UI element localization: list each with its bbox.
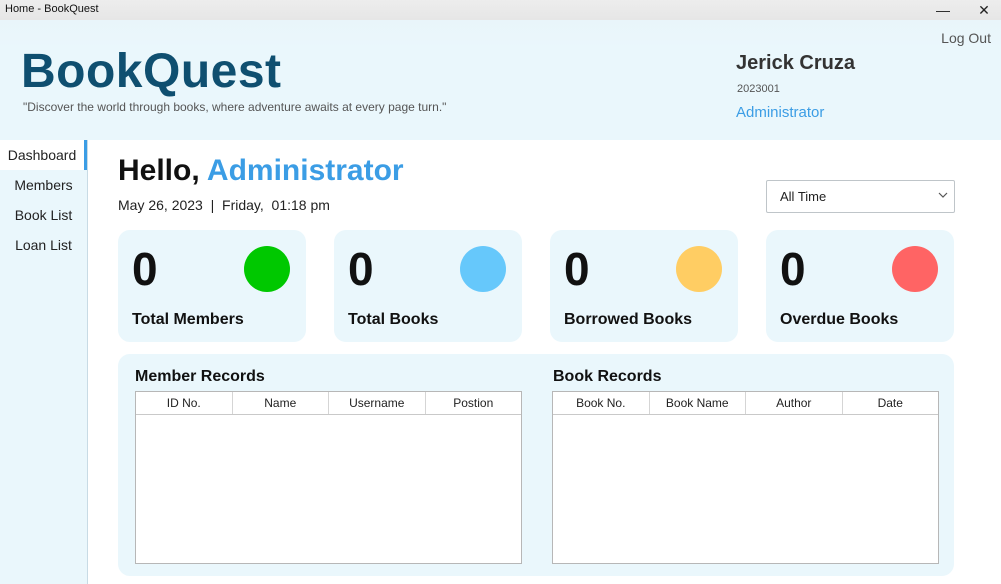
sidebar: Dashboard Members Book List Loan List	[0, 140, 88, 584]
status-dot-icon	[244, 246, 290, 292]
user-name: Jerick Cruza	[736, 52, 855, 74]
member-records-title: Member Records	[135, 368, 265, 385]
table-header: Book No. Book Name Author Date	[553, 392, 938, 415]
status-dot-icon	[676, 246, 722, 292]
brand-tagline: "Discover the world through books, where…	[23, 100, 447, 114]
stat-card-total-members: 0 Total Members	[118, 230, 306, 342]
window-titlebar: Home - BookQuest — ✕	[0, 0, 1001, 20]
time-filter-select[interactable]: All Time	[766, 180, 955, 213]
stat-label: Total Members	[132, 311, 244, 328]
book-records-title: Book Records	[553, 368, 662, 385]
sidebar-item-book-list[interactable]: Book List	[0, 200, 87, 230]
sidebar-item-loan-list[interactable]: Loan List	[0, 230, 87, 260]
minimize-icon[interactable]: —	[926, 0, 960, 20]
stat-value: 0	[132, 243, 158, 295]
column-header[interactable]: Username	[329, 392, 426, 414]
user-role: Administrator	[736, 104, 825, 121]
sidebar-item-dashboard[interactable]: Dashboard	[0, 140, 87, 170]
window-title: Home - BookQuest	[5, 3, 99, 15]
stat-label: Borrowed Books	[564, 311, 693, 328]
close-icon[interactable]: ✕	[967, 0, 1001, 20]
status-dot-icon	[892, 246, 938, 292]
stat-card-total-books: 0 Total Books	[334, 230, 522, 342]
book-records-table[interactable]: Book No. Book Name Author Date	[552, 391, 939, 564]
column-header[interactable]: Postion	[426, 392, 522, 414]
column-header[interactable]: Date	[843, 392, 939, 414]
time-filter-value: All Time	[780, 189, 827, 204]
user-id: 2023001	[737, 83, 780, 95]
stat-value: 0	[564, 243, 590, 295]
logout-button[interactable]: Log Out	[941, 30, 991, 46]
greeting-prefix: Hello,	[118, 154, 200, 187]
sidebar-item-members[interactable]: Members	[0, 170, 87, 200]
column-header[interactable]: Book Name	[650, 392, 746, 414]
current-datetime: May 26, 2023 | Friday, 01:18 pm	[118, 197, 330, 213]
greeting-heading: Hello, Administrator	[118, 154, 404, 188]
stat-label: Overdue Books	[780, 311, 899, 328]
column-header[interactable]: Author	[746, 392, 843, 414]
stat-card-borrowed-books: 0 Borrowed Books	[550, 230, 738, 342]
records-panel: Member Records ID No. Name Username Post…	[118, 354, 954, 576]
greeting-role: Administrator	[206, 154, 404, 187]
table-header: ID No. Name Username Postion	[136, 392, 521, 415]
chevron-down-icon	[938, 189, 948, 203]
column-header[interactable]: ID No.	[136, 392, 233, 414]
stat-label: Total Books	[348, 311, 439, 328]
stat-value: 0	[348, 243, 374, 295]
column-header[interactable]: Book No.	[553, 392, 650, 414]
column-header[interactable]: Name	[233, 392, 329, 414]
app-header: Log Out BookQuest "Discover the world th…	[0, 20, 1001, 140]
stat-card-overdue-books: 0 Overdue Books	[766, 230, 954, 342]
member-records-table[interactable]: ID No. Name Username Postion	[135, 391, 522, 564]
stat-value: 0	[780, 243, 806, 295]
status-dot-icon	[460, 246, 506, 292]
brand-logo: BookQuest	[21, 45, 282, 98]
